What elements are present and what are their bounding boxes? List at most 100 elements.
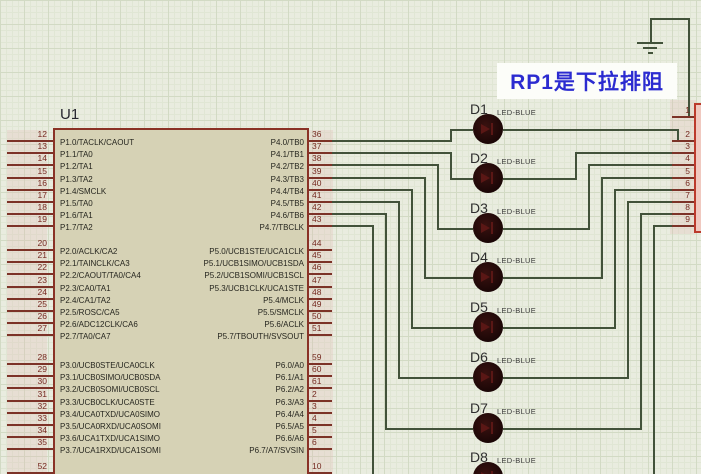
wire[interactable] [650,18,652,42]
wire[interactable] [332,189,411,191]
wire[interactable] [650,18,690,20]
wire[interactable] [503,129,679,131]
wire[interactable] [450,178,473,180]
led-d7[interactable] [473,413,503,443]
pin-number: 37 [312,141,334,151]
led-d3[interactable] [473,213,503,243]
pin-function-left: P2.3/CA0/TA1 [60,284,111,293]
pin-stub[interactable] [7,448,53,450]
led-d1[interactable] [473,114,503,144]
pin-function-right: P6.0/A0 [276,361,304,370]
wire[interactable] [640,213,674,215]
chip-pin-row: P3.0/UCB0STE/UCA0CLKP6.0/A0 [60,359,304,371]
wire[interactable] [424,177,426,279]
chip-pin-row: P1.7/TA2P4.7/TBCLK [60,221,304,233]
wire[interactable] [588,164,590,230]
chip-pin-row: P3.5/UCA0RXD/UCA0SOMIP6.5/A5 [60,420,304,432]
wire[interactable] [437,164,439,230]
pin-number: 61 [312,376,334,386]
wire[interactable] [627,201,674,203]
wire[interactable] [503,428,640,430]
led-d5[interactable] [473,312,503,342]
pin-function-left: P1.1/TA0 [60,150,93,159]
wire[interactable] [450,129,473,131]
mcu-u1[interactable]: P1.0/TACLK/CAOUTP4.0/TB0 P1.1/TA0P4.1/TB… [53,128,309,474]
wire[interactable] [503,178,575,180]
led-d6[interactable] [473,362,503,392]
wire[interactable] [614,189,674,191]
wire[interactable] [332,225,372,227]
wire[interactable] [411,327,473,329]
wire[interactable] [450,152,452,180]
pin-number: 2 [312,389,334,399]
wire[interactable] [503,228,588,230]
pin-function-left: P3.5/UCA0RXD/UCA0SOMI [60,422,161,431]
pin-number: 59 [312,352,334,362]
wire[interactable] [575,152,577,180]
pin-function-left: P3.4/UCA0TXD/UCA0SIMO [60,410,160,419]
led-diode-glyph [491,321,493,333]
pin-number: 14 [7,153,47,163]
wire[interactable] [614,189,616,329]
wire[interactable] [332,140,450,142]
pin-number: 48 [312,287,334,297]
pin-stub[interactable] [7,225,53,227]
resistor-network-rp1[interactable] [694,103,701,233]
chip-pin-row: P2.3/CA0/TA1P5.3/UCB1CLK/UCA1STE [60,282,304,294]
pin-function-right: P4.6/TB6 [271,211,304,220]
led-diode-glyph [491,222,493,234]
led-part-label: LED-BLUE [497,407,536,416]
wire[interactable] [688,18,690,118]
wire[interactable] [503,377,627,379]
wire[interactable] [332,213,385,215]
wire[interactable] [640,213,642,430]
ground-bar [643,47,657,49]
wire[interactable] [332,152,450,154]
pin-number: 16 [7,178,47,188]
pin-stub[interactable] [309,225,332,227]
wire[interactable] [332,177,424,179]
wire[interactable] [601,177,603,279]
pin-function-right: P4.3/TB3 [271,175,304,184]
led-d4[interactable] [473,262,503,292]
wire[interactable] [424,277,473,279]
wire[interactable] [332,164,437,166]
wire[interactable] [601,177,674,179]
wire[interactable] [398,201,400,379]
pin-number: 5 [312,425,334,435]
pin-number: 36 [312,129,334,139]
pin-function-left: P3.3/UCB0CLK/UCA0STE [60,398,155,407]
wire[interactable] [503,277,601,279]
wire[interactable] [627,201,629,379]
pin-stub[interactable] [309,448,332,450]
wire[interactable] [653,225,655,474]
led-part-label: LED-BLUE [497,207,536,216]
wire[interactable] [575,152,674,154]
pin-number: 23 [7,275,47,285]
pin-stub[interactable] [672,116,694,118]
wire[interactable] [372,225,374,474]
led-d2[interactable] [473,163,503,193]
pin-stub[interactable] [309,334,332,336]
pin-function-left: P2.6/ADC12CLK/CA6 [60,320,138,329]
wire[interactable] [385,213,387,430]
wire[interactable] [398,377,473,379]
wire[interactable] [385,428,473,430]
annotation-rp1-note[interactable]: RP1是下拉排阻 [497,63,677,99]
led-diode-glyph [481,223,490,233]
wire[interactable] [503,327,614,329]
wire[interactable] [588,164,674,166]
pin-stub[interactable] [7,334,53,336]
wire[interactable] [332,201,398,203]
pin-number: 6 [676,178,690,188]
pin-number: 44 [312,238,334,248]
wire[interactable] [437,228,473,230]
wire[interactable] [653,225,674,227]
wire[interactable] [411,189,413,329]
pin-number: 4 [312,413,334,423]
pin-function-right: P5.4/MCLK [263,296,304,305]
pin-stub[interactable] [672,225,694,227]
pin-function-left: P3.6/UCA1TXD/UCA1SIMO [60,434,160,443]
pin-number: 28 [7,352,47,362]
schematic-canvas[interactable]: U1 P1.0/TACLK/CAOUTP4.0/TB0 P1.1/TA0P4.1… [0,0,701,474]
